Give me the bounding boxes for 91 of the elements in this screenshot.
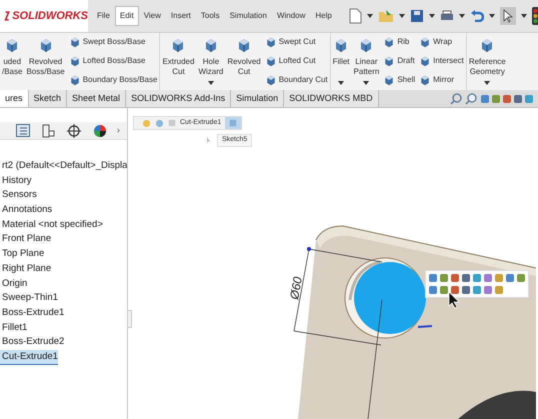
block-icon	[68, 36, 81, 48]
tree-item[interactable]: Cut-Extrude1	[0, 350, 58, 365]
command-tab[interactable]: Sketch	[28, 90, 68, 107]
save-icon[interactable]	[410, 9, 424, 23]
block-icon	[419, 36, 432, 48]
block-icon	[419, 54, 432, 67]
ribbon-button[interactable]: uded /Base	[0, 33, 24, 89]
caret-icon	[208, 81, 214, 85]
tree-item[interactable]: Front Plane	[0, 232, 127, 248]
appearance-icon[interactable]	[93, 124, 107, 138]
tree-item[interactable]: Boss-Extrude2	[0, 335, 127, 350]
tree-item[interactable]: Material <not specified>	[0, 218, 127, 232]
undo-icon[interactable]	[470, 10, 484, 22]
menu-item[interactable]: File	[92, 6, 115, 26]
tree-item[interactable]: Annotations	[0, 203, 127, 218]
caret-icon	[428, 14, 435, 18]
caret-icon	[520, 14, 527, 18]
tree-item[interactable]: Fillet1	[0, 320, 127, 336]
ribbon-button[interactable]: Mirror	[419, 74, 464, 86]
ribbon-button[interactable]: Boundary Boss/Base	[68, 74, 158, 86]
tree-item[interactable]: Top Plane	[0, 247, 127, 262]
ribbon-button[interactable]: Wrap	[419, 36, 464, 48]
crosshair-icon[interactable]	[67, 124, 81, 138]
command-tab[interactable]: Simulation	[231, 90, 284, 107]
menu-item[interactable]: Tools	[196, 6, 225, 26]
open-folder-icon[interactable]	[378, 9, 394, 23]
caret-icon	[366, 14, 373, 18]
ribbon-button[interactable]: Intersect	[419, 54, 464, 67]
property-icon[interactable]	[42, 124, 55, 138]
ribbon-button[interactable]: Rib	[383, 36, 416, 48]
cursor-icon	[206, 136, 213, 144]
block-icon	[383, 74, 396, 86]
caret-icon	[363, 81, 370, 85]
more-tabs-arrow[interactable]: ›	[117, 124, 120, 138]
ribbon-button[interactable]: Lofted Boss/Base	[68, 54, 158, 67]
body-icon[interactable]	[155, 118, 164, 128]
tree-item[interactable]: Sweep-Thin1	[0, 291, 127, 306]
ribbon-button[interactable]: Swept Boss/Base	[68, 36, 158, 48]
menu-item[interactable]: Simulation	[224, 6, 272, 26]
tree-item[interactable]: History	[0, 174, 127, 188]
caret-icon	[488, 14, 495, 18]
ribbon-button[interactable]: Reference Geometry	[466, 33, 508, 89]
menu-item[interactable]: Insert	[166, 6, 196, 26]
ribbon-button[interactable]: Shell	[383, 74, 416, 86]
zoom-icon[interactable]	[465, 93, 477, 105]
caret-icon	[484, 81, 490, 85]
sketch-plane-icon	[229, 119, 238, 127]
block-icon	[383, 54, 396, 67]
ribbon-button[interactable]: Fillet	[330, 33, 352, 89]
tree-item[interactable]: Right Plane	[0, 262, 127, 276]
tree-item[interactable]: Boss-Extrude1	[0, 306, 127, 321]
new-document-icon[interactable]	[348, 8, 362, 24]
tree-icon[interactable]	[16, 124, 30, 137]
block-icon	[264, 54, 277, 67]
collapse-handle[interactable]	[127, 310, 132, 328]
command-tab[interactable]: SOLIDWORKS MBD	[284, 90, 379, 107]
block-icon	[264, 74, 277, 86]
block-icon	[68, 54, 81, 67]
block-icon	[383, 36, 396, 48]
ribbon-button[interactable]: Draft	[383, 54, 416, 67]
select-button[interactable]	[500, 7, 516, 25]
menu-item[interactable]: View	[138, 6, 166, 26]
menu-item[interactable]: Help	[310, 6, 337, 26]
dimension-label: Ø60	[287, 276, 305, 301]
block-icon	[68, 74, 81, 86]
menu-item[interactable]: Edit	[114, 6, 139, 26]
ribbon-button[interactable]: Linear Pattern	[352, 33, 382, 89]
zoom-icon[interactable]	[450, 93, 462, 105]
cursor-icon	[502, 9, 513, 23]
ribbon-button[interactable]: Revolved Boss/Base	[24, 33, 67, 89]
command-tab[interactable]: ures	[0, 90, 29, 107]
block-icon	[419, 74, 432, 86]
ribbon-button[interactable]: Lofted Cut	[264, 54, 328, 67]
traffic-light-icon[interactable]	[532, 7, 538, 25]
caret-icon	[458, 14, 465, 18]
logo-icon	[4, 10, 10, 22]
caret-icon	[338, 81, 344, 85]
caret-icon	[398, 14, 405, 18]
menu-item[interactable]: Window	[272, 6, 310, 26]
command-tab[interactable]: Sheet Metal	[67, 90, 126, 107]
tree-item[interactable]: Sensors	[0, 188, 127, 204]
ribbon-button[interactable]: Swept Cut	[264, 36, 328, 48]
ribbon-button[interactable]: Extruded Cut	[160, 33, 196, 89]
ribbon-button[interactable]: Revolved Cut	[225, 33, 263, 89]
tree-item[interactable]: Origin	[0, 276, 127, 292]
ribbon-button[interactable]: Hole Wizard	[196, 33, 226, 89]
print-icon[interactable]	[440, 10, 454, 22]
app-logo: SOLIDWORKS	[12, 8, 88, 24]
command-tab[interactable]: SOLIDWORKS Add-Ins	[126, 90, 232, 107]
block-icon	[264, 36, 277, 48]
ribbon-button[interactable]: Boundary Cut	[264, 74, 328, 86]
